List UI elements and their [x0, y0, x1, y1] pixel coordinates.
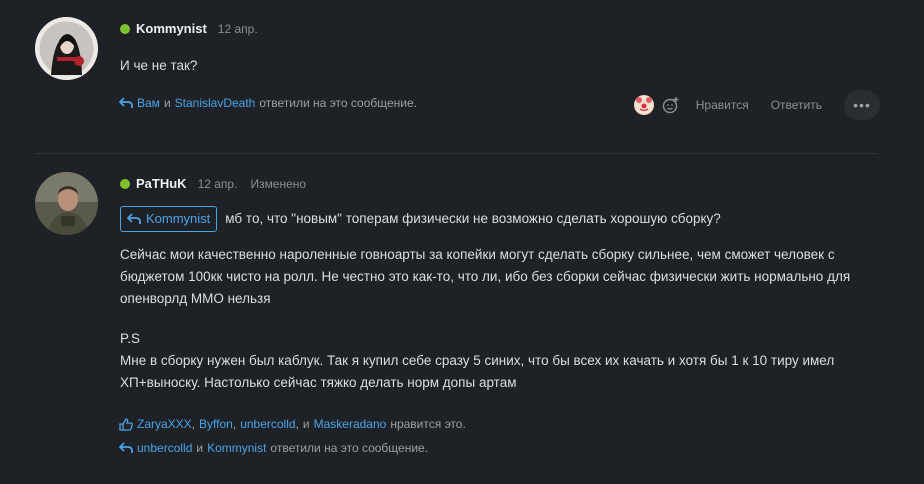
- post-paragraph: P.S Мне в сборку нужен был каблук. Так я…: [120, 328, 834, 394]
- text-line: ХП+выноску. Настолько сейчас тяжко делат…: [120, 375, 517, 390]
- reply-user-link[interactable]: StanislavDeath: [175, 96, 256, 110]
- replies-summary: unbercolld и Kommynist ответили на это с…: [119, 441, 428, 455]
- text-line: Сейчас мои качественно нароленные говноа…: [120, 247, 835, 262]
- likes-separator: ,: [232, 417, 237, 431]
- liker-link[interactable]: Maskeradano: [314, 417, 387, 431]
- avatar-image: [35, 172, 98, 235]
- replies-summary: Вам и StanislavDeath ответили на это соо…: [119, 96, 417, 110]
- reply-arrow-icon: [119, 97, 133, 109]
- reply-suffix: ответили на это сообщение.: [259, 96, 417, 110]
- reply-user-link[interactable]: unbercolld: [137, 441, 192, 455]
- post-meta: PaTHuK 12 апр. Изменено: [120, 176, 306, 191]
- liker-link[interactable]: unbercolld: [240, 417, 295, 431]
- likes-separator: ,: [191, 417, 196, 431]
- likes-summary: ZaryaXXX , Byffon , unbercolld , и Maske…: [119, 417, 466, 431]
- likes-suffix: нравится это.: [390, 417, 466, 431]
- post-date[interactable]: 12 апр.: [218, 22, 258, 36]
- reply-arrow-icon: [127, 213, 141, 224]
- reply-arrow-icon: [119, 442, 133, 454]
- like-button[interactable]: Нравится: [696, 98, 749, 112]
- add-reaction-icon[interactable]: [662, 96, 680, 114]
- post-pathuk: PaTHuK 12 апр. Изменено Kommynist мб то,…: [0, 160, 924, 480]
- online-indicator: [120, 178, 130, 189]
- reply-user-link[interactable]: Вам: [137, 96, 160, 110]
- likes-separator: ,: [295, 417, 299, 431]
- quote-user-name: Kommynist: [146, 211, 211, 226]
- avatar[interactable]: [35, 17, 98, 80]
- reply-suffix: ответили на это сообщение.: [270, 441, 429, 455]
- avatar[interactable]: [35, 172, 98, 235]
- post-divider: [35, 153, 878, 154]
- post-meta: Kommynist 12 апр.: [120, 21, 258, 36]
- post-date[interactable]: 12 апр.: [198, 177, 238, 191]
- post-actions: Нравится Ответить •••: [633, 90, 880, 120]
- reply-user-link[interactable]: Kommynist: [207, 441, 266, 455]
- text-line: опенворлд ММО нельзя: [120, 291, 271, 306]
- edited-label[interactable]: Изменено: [250, 177, 306, 191]
- post-kommynist: Kommynist 12 апр. И че не так? Вам и Sta…: [0, 0, 924, 150]
- more-options-button[interactable]: •••: [844, 90, 880, 120]
- author-name[interactable]: Kommynist: [136, 21, 207, 36]
- text-line: P.S: [120, 331, 141, 346]
- author-name[interactable]: PaTHuK: [136, 176, 187, 191]
- reply-joiner: и: [163, 96, 171, 110]
- quote-text: мб то, что "новым" топерам физически не …: [225, 211, 721, 226]
- clown-reaction-icon[interactable]: [633, 95, 654, 115]
- liker-link[interactable]: ZaryaXXX: [137, 417, 192, 431]
- text-line: Мне в сборку нужен был каблук. Так я куп…: [120, 353, 835, 368]
- text-line: бюджетом 100кк чисто на ролл. Не честно …: [120, 269, 851, 284]
- quote-line: Kommynist мб то, что "новым" топерам физ…: [120, 206, 721, 232]
- thumbs-up-icon: [119, 417, 133, 431]
- likes-joiner: и: [302, 417, 310, 431]
- reply-button[interactable]: Ответить: [771, 98, 822, 112]
- liker-link[interactable]: Byffon: [199, 417, 233, 431]
- reply-joiner: и: [196, 441, 204, 455]
- online-indicator: [120, 23, 130, 34]
- post-body: И че не так?: [120, 58, 198, 73]
- avatar-image: [35, 17, 98, 80]
- post-paragraph: Сейчас мои качественно нароленные говноа…: [120, 244, 850, 310]
- quote-user-chip[interactable]: Kommynist: [120, 206, 218, 232]
